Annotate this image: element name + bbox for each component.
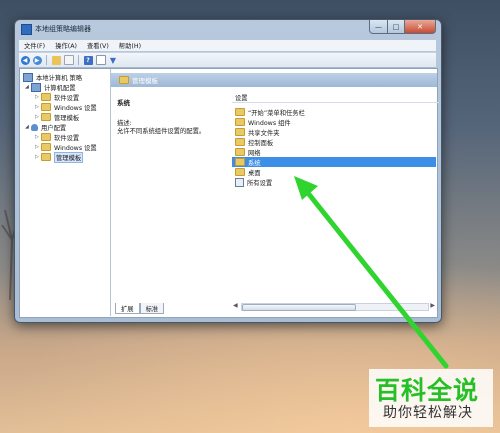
list-item[interactable]: Windows 组件: [232, 117, 436, 127]
tree-item-label: 管理模板: [54, 114, 80, 122]
tree-user-windows[interactable]: ▷ Windows 设置: [35, 142, 97, 152]
window-title: 本地组策略编辑器: [35, 25, 91, 33]
policy-icon: [23, 72, 33, 82]
view-tabs: 扩展 标准: [115, 303, 165, 315]
tree-computer-config[interactable]: ◢ 计算机配置: [25, 82, 75, 92]
tree-item-label: Windows 设置: [54, 104, 97, 112]
close-button[interactable]: ✕: [405, 20, 436, 34]
folder-icon: [41, 103, 51, 111]
folder-icon: [41, 93, 51, 101]
tree-root-label: 本地计算机 策略: [36, 74, 83, 82]
folder-icon: [41, 153, 51, 161]
window-controls: — □ ✕: [369, 20, 436, 34]
list-item-label: 桌面: [248, 169, 261, 177]
tab-extended[interactable]: 扩展: [115, 303, 140, 314]
tree-computer-config-label: 计算机配置: [44, 84, 76, 92]
minimize-button[interactable]: —: [369, 20, 388, 34]
list-item-label: “开始”菜单和任务栏: [248, 109, 305, 117]
folder-icon: [41, 113, 51, 121]
menu-action[interactable]: 操作(A): [50, 41, 82, 50]
list-item[interactable]: 控制面板: [232, 137, 436, 147]
forward-arrow-icon[interactable]: ▶: [32, 55, 42, 65]
toolbar-separator: [78, 55, 79, 65]
list-item-selected[interactable]: 系统: [232, 157, 436, 167]
list-item-label: 所有设置: [247, 179, 273, 187]
tree-root[interactable]: 本地计算机 策略: [23, 72, 82, 82]
tab-standard[interactable]: 标准: [139, 303, 165, 314]
folder-icon: [119, 76, 129, 84]
tree-computer-windows[interactable]: ▷ Windows 设置: [35, 102, 97, 112]
list-item-label: 控制面板: [248, 139, 274, 147]
main-content: 本地计算机 策略 ◢ 计算机配置 ▷ 软件设置 ▷ Windows 设置 ▷ 管…: [19, 68, 439, 318]
details-header: 管理模板: [111, 73, 437, 87]
folder-icon: [235, 168, 245, 176]
folder-icon: [235, 128, 245, 136]
maximize-button[interactable]: □: [388, 20, 405, 34]
tree-item-label: Windows 设置: [54, 144, 97, 152]
navigation-tree: 本地计算机 策略 ◢ 计算机配置 ▷ 软件设置 ▷ Windows 设置 ▷ 管…: [20, 69, 111, 316]
horizontal-scrollbar[interactable]: [232, 350, 436, 358]
watermark-logo: 百科全说 助你轻松解决: [369, 369, 493, 427]
title-bar[interactable]: 本地组策略编辑器 — □ ✕: [15, 20, 441, 38]
folder-icon: [235, 118, 245, 126]
folder-icon: [235, 148, 245, 156]
list-item[interactable]: 共享文件夹: [232, 127, 436, 137]
column-header-setting[interactable]: 设置: [232, 93, 439, 103]
tree-user-admin-templates[interactable]: ▷ 管理模板: [35, 151, 84, 163]
scrollbar-thumb[interactable]: [242, 304, 356, 311]
menu-file[interactable]: 文件(F): [19, 41, 50, 50]
description-text: 允许不同系统组件设置的配置。: [117, 128, 206, 135]
properties-icon[interactable]: [95, 55, 106, 65]
list-item-label: Windows 组件: [248, 119, 291, 127]
export-list-icon[interactable]: [63, 55, 74, 65]
description-title: 系统: [117, 99, 130, 107]
scroll-left-icon[interactable]: ◀: [233, 302, 238, 309]
tree-user-config-label: 用户配置: [41, 124, 67, 132]
list-item-label: 系统: [248, 159, 261, 167]
computer-icon: [31, 82, 41, 92]
help-icon[interactable]: ?: [83, 55, 93, 65]
watermark-sub-text: 助你轻松解决: [383, 405, 473, 421]
tree-user-config[interactable]: ◢ 用户配置: [25, 122, 66, 132]
details-pane: 管理模板 系统 描述: 允许不同系统组件设置的配置。 设置 “开始”菜单和任务栏…: [111, 69, 439, 316]
menu-bar: 文件(F) 操作(A) 查看(V) 帮助(H): [19, 40, 436, 51]
details-header-title: 管理模板: [132, 77, 158, 85]
tree-computer-admin-templates[interactable]: ▷ 管理模板: [35, 112, 79, 122]
toolbar-separator: [46, 55, 47, 65]
app-icon: [21, 24, 32, 35]
list-item[interactable]: “开始”菜单和任务栏: [232, 107, 436, 117]
user-icon: [31, 123, 38, 131]
settings-icon: [235, 177, 244, 187]
tree-user-software[interactable]: ▷ 软件设置: [35, 132, 79, 142]
tree-computer-software[interactable]: ▷ 软件设置: [35, 92, 79, 102]
tree-item-label: 管理模板: [54, 151, 84, 163]
settings-list: 设置 “开始”菜单和任务栏 Windows 组件 共享文件夹 控制面板 网络 系…: [232, 89, 439, 281]
list-item-label: 共享文件夹: [248, 129, 280, 137]
folder-icon: [41, 143, 51, 151]
menu-view[interactable]: 查看(V): [82, 41, 114, 50]
list-item[interactable]: 桌面: [232, 167, 436, 177]
horizontal-scrollbar[interactable]: ◀ ▶: [232, 302, 436, 311]
up-folder-icon[interactable]: [51, 55, 61, 65]
group-policy-window: 本地组策略编辑器 — □ ✕ 文件(F) 操作(A) 查看(V) 帮助(H) ◀…: [14, 19, 442, 323]
tree-item-label: 软件设置: [54, 94, 80, 102]
folder-icon: [41, 133, 51, 141]
list-item[interactable]: 网络: [232, 147, 436, 157]
folder-icon: [235, 138, 245, 146]
tree-item-label: 软件设置: [54, 134, 80, 142]
list-item[interactable]: 所有设置: [232, 177, 436, 187]
menu-help[interactable]: 帮助(H): [114, 41, 146, 50]
list-item-label: 网络: [248, 149, 261, 157]
folder-icon: [235, 158, 245, 166]
filter-icon[interactable]: ▼: [109, 56, 118, 65]
folder-icon: [235, 108, 245, 116]
back-arrow-icon[interactable]: ◀: [20, 55, 30, 65]
scroll-right-icon[interactable]: ▶: [430, 302, 435, 309]
toolbar: ◀ ▶ ? ▼: [19, 52, 436, 265]
